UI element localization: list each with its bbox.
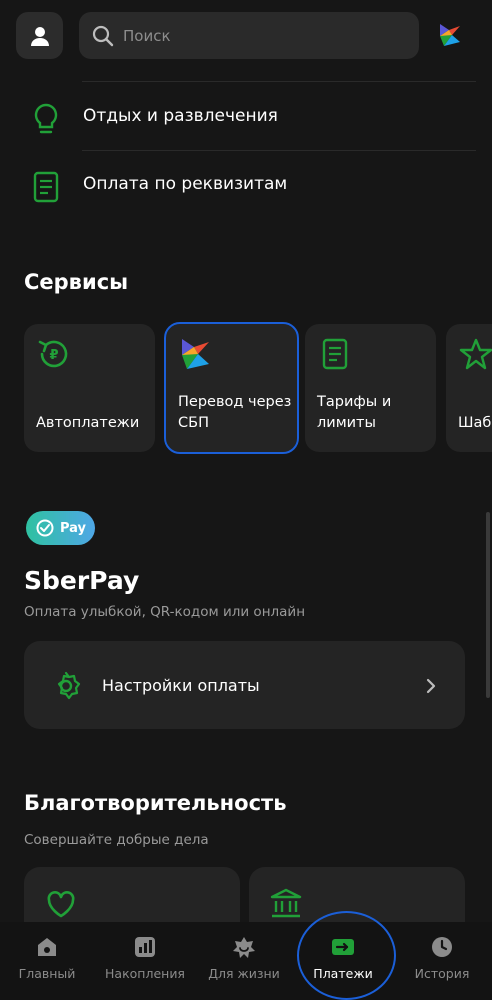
- home-icon: [38, 938, 56, 956]
- profile-button[interactable]: [16, 12, 63, 59]
- tab-savings[interactable]: Накопления: [100, 922, 190, 1000]
- menu-item-label: Оплата по реквизитам: [83, 174, 288, 194]
- sberpay-subtitle: Оплата улыбкой, QR-кодом или онлайн: [24, 604, 306, 620]
- document-icon: [322, 338, 348, 370]
- service-label: Автоплатежи: [36, 415, 140, 431]
- payment-settings-button[interactable]: Настройки оплаты: [24, 641, 465, 729]
- gear-icon: [57, 671, 81, 700]
- sbp-icon[interactable]: [438, 22, 462, 48]
- document-icon: [33, 171, 59, 203]
- service-label: Шаб: [458, 415, 492, 431]
- search-placeholder: Поиск: [123, 26, 171, 45]
- star-icon: [459, 338, 492, 370]
- chart-icon: [135, 937, 155, 957]
- svg-text:₽: ₽: [49, 348, 58, 363]
- sbp-icon: [182, 339, 209, 369]
- bank-icon: [270, 888, 302, 918]
- tab-label: Для жизни: [208, 966, 280, 981]
- menu-item-requisites[interactable]: Оплата по реквизитам: [0, 156, 492, 216]
- tab-label: История: [414, 966, 470, 981]
- heart-icon: [47, 891, 75, 918]
- search-icon: [92, 25, 114, 46]
- lightbulb-icon: [34, 103, 58, 134]
- service-card-autopay[interactable]: ₽ Автоплатежи: [24, 324, 155, 452]
- bottom-tab-bar: Главный Накопления Для жизни Платежи Ист…: [0, 922, 492, 1000]
- service-label: Тарифы и лимиты: [317, 394, 392, 431]
- lifestyle-icon: [233, 937, 255, 958]
- divider: [82, 81, 476, 82]
- charity-title: Благотворительность: [24, 791, 287, 815]
- settings-label: Настройки оплаты: [102, 676, 260, 695]
- tab-home[interactable]: Главный: [8, 922, 86, 1000]
- service-card-sbp[interactable]: Перевод через СБП: [164, 322, 299, 454]
- user-icon: [30, 26, 49, 46]
- service-label: Перевод через СБП: [178, 394, 292, 431]
- sberpay-logo-icon: [36, 519, 54, 537]
- active-tab-highlight: [297, 911, 396, 1000]
- menu-item-leisure[interactable]: Отдых и развлечения: [0, 88, 492, 148]
- divider: [82, 150, 476, 151]
- clock-icon: [432, 937, 452, 957]
- chevron-right-icon: [426, 678, 436, 694]
- menu-item-label: Отдых и развлечения: [83, 106, 278, 126]
- tab-label: Главный: [18, 966, 76, 981]
- tab-label: Накопления: [105, 966, 185, 981]
- sberpay-title: SberPay: [24, 566, 140, 595]
- tab-history[interactable]: История: [400, 922, 484, 1000]
- services-title: Сервисы: [24, 270, 129, 294]
- services-carousel[interactable]: ₽ Автоплатежи Перевод через СБП Тарифы и…: [24, 320, 492, 456]
- service-card-templates[interactable]: Шаб: [446, 324, 492, 452]
- scrollbar[interactable]: [486, 512, 490, 698]
- badge-label: Pay: [60, 520, 87, 536]
- search-field[interactable]: Поиск: [79, 12, 419, 59]
- autopay-icon: ₽: [38, 340, 68, 368]
- charity-subtitle: Совершайте добрые дела: [24, 832, 209, 848]
- tab-lifestyle[interactable]: Для жизни: [202, 922, 286, 1000]
- sberpay-badge: Pay: [26, 511, 95, 545]
- service-card-tariffs[interactable]: Тарифы и лимиты: [305, 324, 436, 452]
- top-bar: Поиск: [0, 0, 492, 72]
